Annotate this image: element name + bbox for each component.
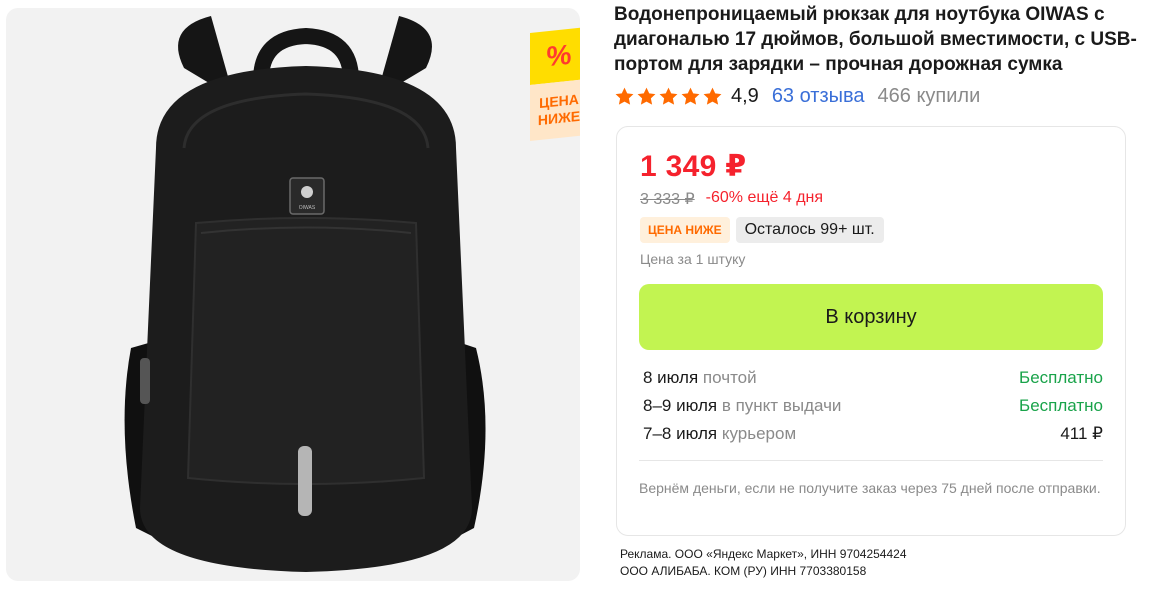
star-icon bbox=[681, 87, 700, 105]
delivery-when: 8–9 июля в пункт выдачи bbox=[643, 396, 842, 415]
badge-line-2: НИЖЕ bbox=[537, 107, 580, 129]
ad-line-1: Реклама. ООО «Яндекс Маркет», ИНН 970425… bbox=[620, 547, 907, 561]
ad-line-2: ООО АЛИБАБА. КОМ (РУ) ИНН 7703380158 bbox=[620, 564, 867, 578]
bought-count: 466 купили bbox=[877, 84, 981, 107]
ad-disclaimer: Реклама. ООО «Яндекс Маркет», ИНН 970425… bbox=[620, 546, 907, 580]
add-to-cart-button[interactable]: В корзину bbox=[639, 284, 1103, 350]
offer-card: 1 349 ₽ 3 333 ₽ -60% ещё 4 дня ЦЕНА НИЖЕ… bbox=[616, 126, 1126, 536]
star-icon bbox=[637, 87, 656, 105]
product-title: Водонепроницаемый рюкзак для ноутбука OI… bbox=[614, 4, 1137, 75]
unit-price-note: Цена за 1 штуку bbox=[640, 251, 746, 267]
star-icon bbox=[659, 87, 678, 105]
star-icon bbox=[703, 87, 722, 105]
rating-stars[interactable] bbox=[614, 86, 723, 107]
bag-brand-logo: OIWAS bbox=[299, 205, 316, 211]
delivery-cost: 411 ₽ bbox=[1060, 424, 1103, 443]
delivery-row-post[interactable]: 8 июля почтой Бесплатно bbox=[643, 365, 1103, 393]
percent-icon: % bbox=[530, 26, 580, 86]
old-price: 3 333 ₽ bbox=[640, 191, 695, 208]
offer-chips: ЦЕНА НИЖЕ Осталось 99+ шт. bbox=[640, 217, 884, 243]
product-image-backpack[interactable]: OIWAS bbox=[6, 8, 580, 581]
discount-label: -60% ещё 4 дня bbox=[705, 189, 824, 206]
money-back-guarantee: Вернём деньги, если не получите заказ че… bbox=[639, 480, 1101, 496]
price-lower-label: ЦЕНА НИЖЕ bbox=[530, 78, 580, 142]
delivery-when: 8 июля почтой bbox=[643, 368, 757, 387]
price-lower-badge: % ЦЕНА НИЖЕ bbox=[528, 26, 580, 142]
rating-value: 4,9 bbox=[731, 84, 759, 107]
rating-row: 4,9 63 отзыва 466 купили bbox=[614, 82, 980, 110]
delivery-options: 8 июля почтой Бесплатно 8–9 июля в пункт… bbox=[643, 365, 1103, 449]
price-lower-chip: ЦЕНА НИЖЕ bbox=[640, 217, 730, 243]
stock-chip: Осталось 99+ шт. bbox=[735, 217, 884, 243]
delivery-when: 7–8 июля курьером bbox=[643, 424, 797, 443]
star-icon bbox=[615, 87, 634, 105]
product-gallery[interactable]: OIWAS % ЦЕНА НИЖЕ bbox=[6, 8, 580, 581]
price-details: 3 333 ₽ -60% ещё 4 дня bbox=[640, 189, 823, 209]
reviews-link[interactable]: 63 отзыва bbox=[772, 85, 865, 108]
current-price: 1 349 ₽ bbox=[640, 150, 747, 183]
delivery-row-courier[interactable]: 7–8 июля курьером 411 ₽ bbox=[643, 421, 1103, 449]
delivery-cost: Бесплатно bbox=[1019, 368, 1103, 387]
delivery-row-pickup[interactable]: 8–9 июля в пункт выдачи Бесплатно bbox=[643, 393, 1103, 421]
delivery-cost: Бесплатно bbox=[1019, 396, 1103, 415]
divider bbox=[639, 460, 1103, 461]
